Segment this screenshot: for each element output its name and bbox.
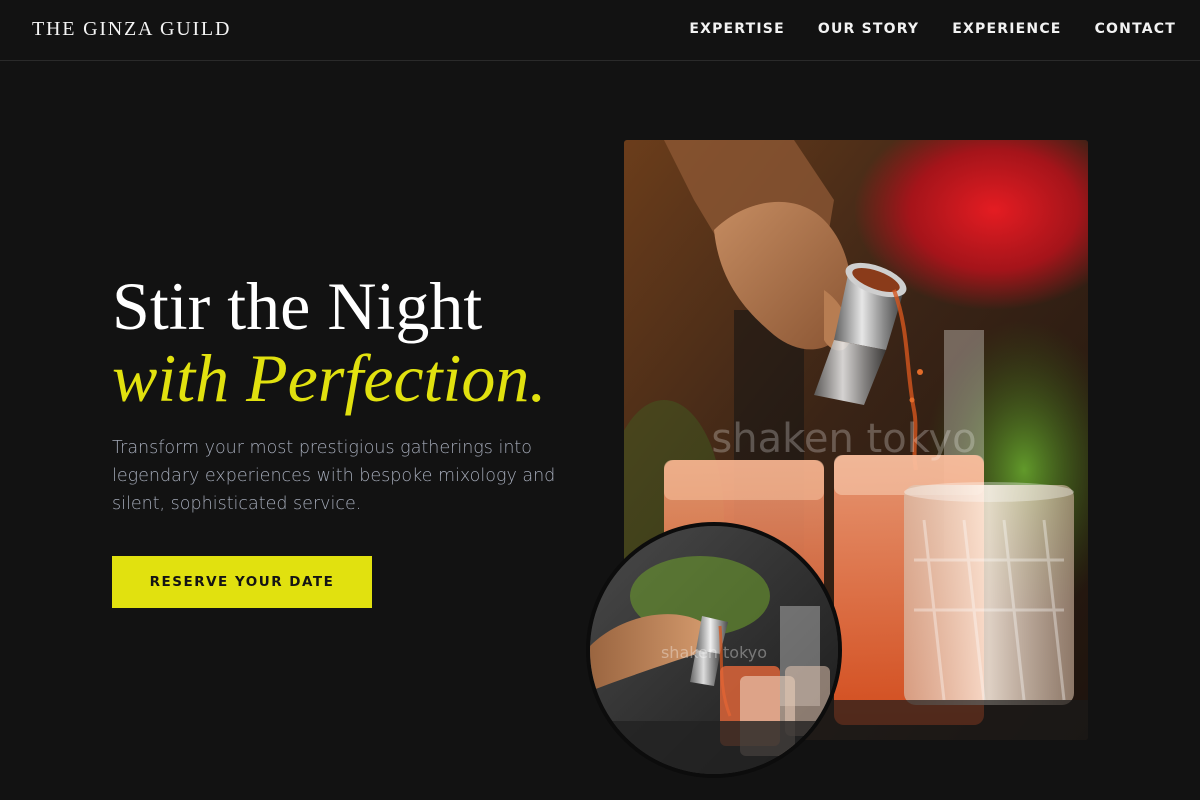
- nav-link-our-story[interactable]: OUR STORY: [818, 21, 919, 37]
- inset-photo-watermark: shaken tokyo: [661, 643, 767, 662]
- hero-headline: Stir the Night with Perfection.: [112, 270, 612, 414]
- nav-link-expertise[interactable]: EXPERTISE: [689, 21, 785, 37]
- nav-link-contact[interactable]: CONTACT: [1095, 21, 1176, 37]
- hero-text-block: Stir the Night with Perfection. Transfor…: [112, 270, 612, 518]
- cocktail-inset-photo: shaken tokyo: [586, 522, 842, 778]
- hero-subcopy: Transform your most prestigious gatherin…: [112, 438, 556, 514]
- inset-photo-illustration: shaken tokyo: [590, 526, 838, 774]
- hero-headline-line1: Stir the Night: [112, 268, 483, 344]
- hero-headline-accent: with Perfection.: [112, 340, 547, 416]
- top-navigation-bar: THE GINZA GUILD EXPERTISE OUR STORY EXPE…: [0, 0, 1200, 61]
- primary-nav: EXPERTISE OUR STORY EXPERIENCE CONTACT: [689, 21, 1176, 37]
- nav-link-experience[interactable]: EXPERIENCE: [952, 21, 1061, 37]
- reserve-date-button[interactable]: RESERVE YOUR DATE: [112, 556, 372, 608]
- main-photo-watermark: shaken tokyo: [711, 416, 976, 462]
- brand-logo-text[interactable]: THE GINZA GUILD: [32, 18, 231, 41]
